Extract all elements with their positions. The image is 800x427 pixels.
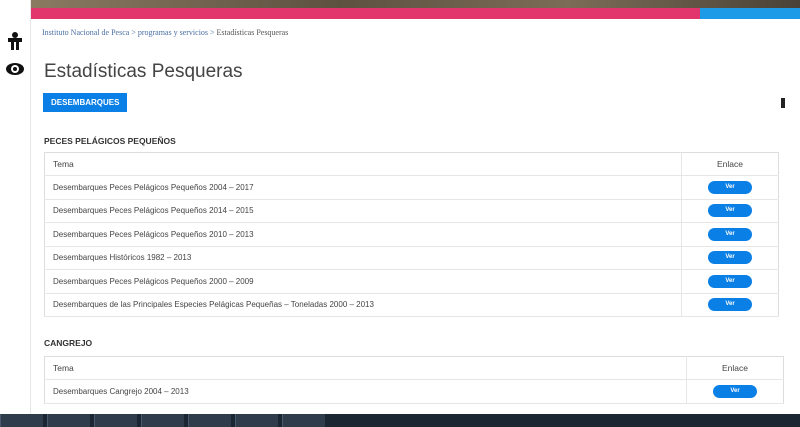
breadcrumb-link-home[interactable]: Instituto Nacional de Pesca (42, 28, 129, 37)
column-header-enlace: Enlace (681, 152, 779, 176)
row-tema: Desembarques Peces Pelágicos Pequeños 20… (44, 175, 682, 200)
taskbar-button[interactable] (282, 414, 325, 427)
ver-button[interactable]: Ver (708, 204, 752, 218)
table-row: Desembarques Peces Pelágicos Pequeños 20… (44, 269, 779, 294)
breadcrumb-current: Estadísticas Pesqueras (216, 28, 289, 37)
row-tema: Desembarques de las Principales Especies… (44, 293, 682, 317)
ver-button[interactable]: Ver (708, 251, 752, 265)
breadcrumb-separator: > (129, 28, 138, 37)
row-tema: Desembarques Cangrejo 2004 – 2013 (44, 379, 687, 404)
ver-button[interactable]: Ver (708, 298, 752, 312)
eye-icon[interactable] (6, 60, 24, 78)
header-banner-image (30, 0, 800, 8)
row-tema: Desembarques Peces Pelágicos Pequeños 20… (44, 222, 682, 247)
accessibility-person-icon[interactable] (6, 32, 24, 50)
breadcrumb-link-programas[interactable]: programas y servicios (138, 28, 208, 37)
column-header-enlace: Enlace (686, 356, 784, 380)
breadcrumb-separator: > (208, 28, 217, 37)
taskbar-button[interactable] (94, 414, 137, 427)
os-taskbar (0, 414, 800, 427)
row-tema: Desembarques Peces Pelágicos Pequeños 20… (44, 199, 682, 223)
color-bar-pink (30, 8, 700, 19)
color-bar-blue (700, 8, 800, 19)
taskbar-button[interactable] (0, 414, 43, 427)
ver-button[interactable]: Ver (713, 384, 757, 398)
table-header-row: Tema Enlace (44, 356, 784, 380)
ver-button[interactable]: Ver (708, 227, 752, 241)
ver-button[interactable]: Ver (708, 180, 752, 194)
table-row: Desembarques Peces Pelágicos Pequeños 20… (44, 199, 779, 223)
breadcrumb: Instituto Nacional de Pesca > programas … (42, 28, 288, 37)
page-title: Estadísticas Pesqueras (44, 61, 243, 82)
row-tema: Desembarques Históricos 1982 – 2013 (44, 246, 682, 270)
table-header-row: Tema Enlace (44, 152, 779, 176)
header-color-bar (30, 8, 800, 19)
table-row: Desembarques Históricos 1982 – 2013 Ver (44, 246, 779, 270)
table-row: Desembarques de las Principales Especies… (44, 293, 779, 317)
section-heading-cangrejo: CANGREJO (44, 338, 93, 348)
table-cangrejo: Tema Enlace Desembarques Cangrejo 2004 –… (44, 356, 784, 404)
table-row: Desembarques Peces Pelágicos Pequeños 20… (44, 222, 779, 247)
section-heading-peces: PECES PELÁGICOS PEQUEÑOS (44, 136, 176, 146)
taskbar-button[interactable] (188, 414, 231, 427)
column-header-tema: Tema (44, 152, 682, 176)
taskbar-button[interactable] (141, 414, 184, 427)
accessibility-toolbar (0, 0, 31, 427)
table-row: Desembarques Peces Pelágicos Pequeños 20… (44, 175, 779, 200)
table-row: Desembarques Cangrejo 2004 – 2013 Ver (44, 379, 784, 404)
scroll-indicator[interactable] (781, 98, 785, 108)
taskbar-button[interactable] (235, 414, 278, 427)
row-tema: Desembarques Peces Pelágicos Pequeños 20… (44, 269, 682, 294)
taskbar-button[interactable] (47, 414, 90, 427)
table-peces: Tema Enlace Desembarques Peces Pelágicos… (44, 152, 779, 317)
ver-button[interactable]: Ver (708, 274, 752, 288)
column-header-tema: Tema (44, 356, 687, 380)
tab-desembarques[interactable]: DESEMBARQUES (43, 93, 128, 112)
